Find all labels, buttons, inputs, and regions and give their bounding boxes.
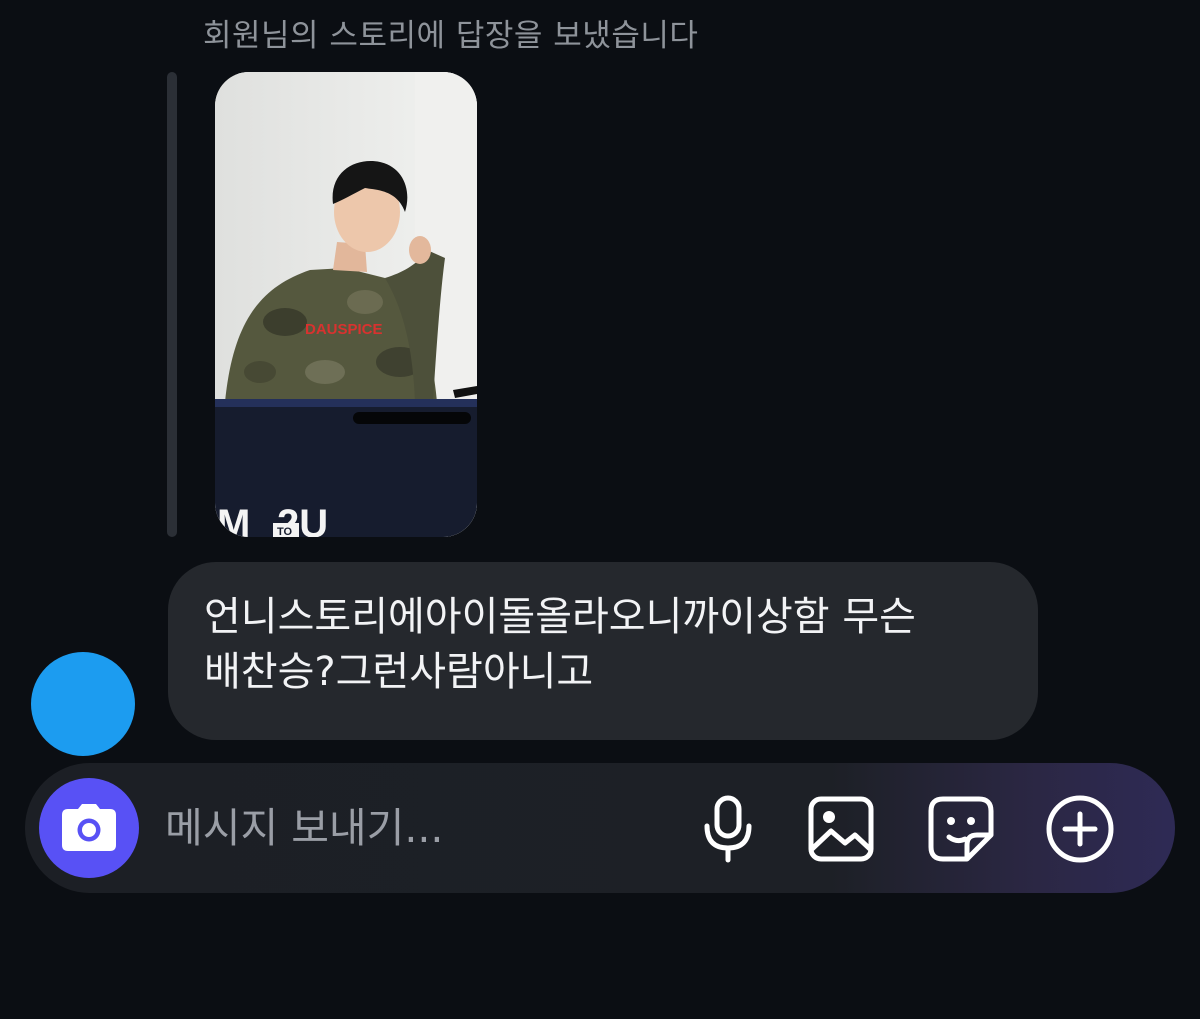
gallery-button[interactable] xyxy=(806,794,876,864)
gallery-icon xyxy=(808,796,874,862)
message-line-1: 언니스토리에아이돌올라오니까이상함 무슨 xyxy=(204,594,916,640)
story-thumbnail[interactable]: DAUSPICE M 2U TO xyxy=(215,72,477,537)
dm-thread-screen: 회원님의 스토리에 답장을 보냈습니다 DAUSPICE M 2U TO 언니스… xyxy=(0,0,1200,1019)
camera-button[interactable] xyxy=(39,778,139,878)
more-button[interactable] xyxy=(1045,794,1115,864)
camera-icon xyxy=(62,804,116,851)
received-message-bubble[interactable]: 언니스토리에아이돌올라오니까이상함 무슨 배찬승?그런사람아니고 xyxy=(168,562,1038,740)
microphone-button[interactable] xyxy=(693,794,763,864)
svg-text:M: M xyxy=(217,502,250,537)
sticker-button[interactable] xyxy=(926,794,996,864)
shirt-print: DAUSPICE xyxy=(305,321,383,338)
avatar[interactable] xyxy=(31,652,135,756)
message-line-2: 배찬승?그런사람아니고 xyxy=(204,649,594,695)
plus-circle-icon xyxy=(1046,795,1114,863)
microphone-icon xyxy=(704,795,752,863)
message-input[interactable] xyxy=(165,796,665,860)
svg-text:TO: TO xyxy=(277,526,293,537)
story-photo: DAUSPICE M 2U TO xyxy=(215,72,477,537)
sticker-icon xyxy=(928,796,994,862)
message-composer xyxy=(25,763,1175,893)
story-reply-caption: 회원님의 스토리에 답장을 보냈습니다 xyxy=(203,18,699,54)
quote-bar xyxy=(167,72,177,537)
